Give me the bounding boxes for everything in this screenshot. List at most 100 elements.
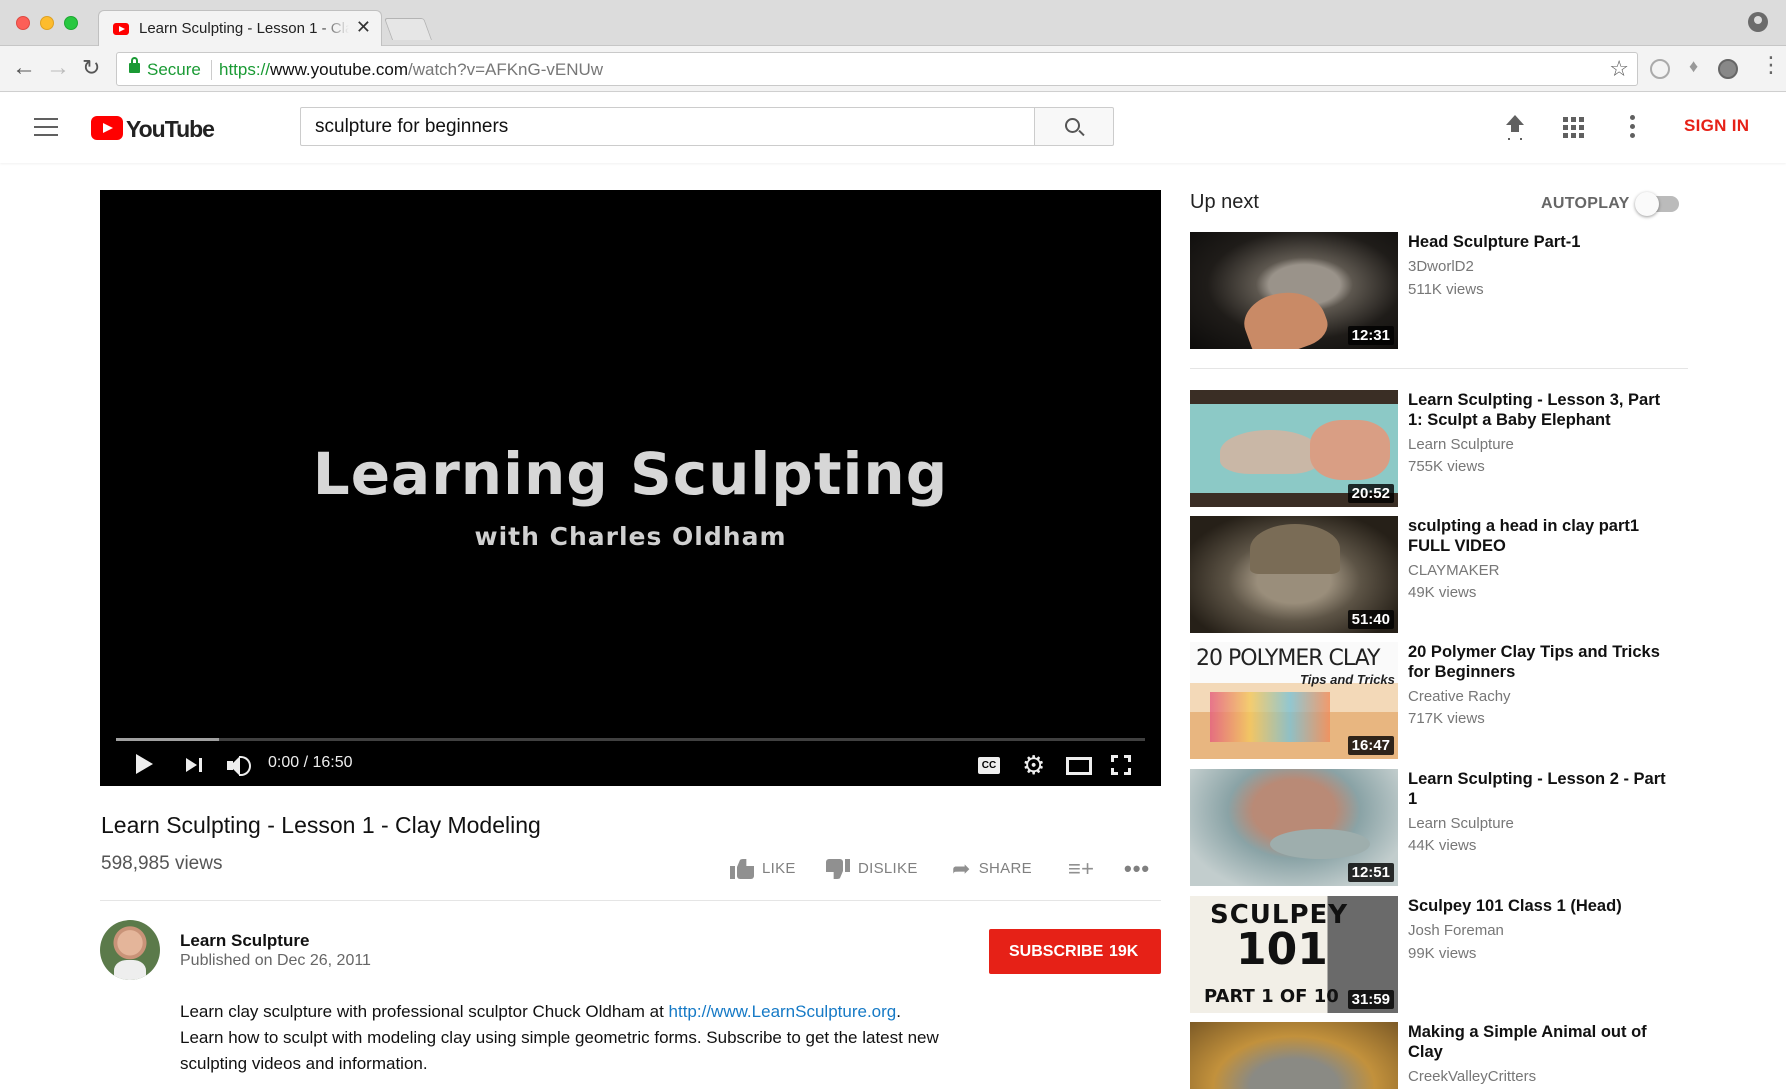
channel-avatar[interactable] <box>100 920 160 980</box>
recommended-views: 717K views <box>1408 710 1485 727</box>
recommended-video-title[interactable]: sculpting a head in clay part1 FULL VIDE… <box>1408 516 1668 556</box>
back-icon[interactable]: ← <box>12 54 36 82</box>
video-thumbnail[interactable]: SCULPEY 101 PART 1 OF 10 31:59 <box>1190 896 1398 1013</box>
bookmark-star-icon[interactable]: ☆ <box>1609 56 1629 82</box>
recommended-channel: Creative Rachy <box>1408 688 1511 705</box>
thumbs-up-icon <box>730 859 754 880</box>
recommended-channel: CLAYMAKER <box>1408 562 1500 579</box>
video-thumbnail[interactable]: 20:52 <box>1190 390 1398 507</box>
like-label: LIKE <box>762 860 796 877</box>
sign-in-button[interactable]: SIGN IN <box>1684 116 1749 136</box>
recommended-views: 99K views <box>1408 945 1477 962</box>
recommended-video-title[interactable]: Learn Sculpting - Lesson 3, Part 1: Scul… <box>1408 390 1668 430</box>
recommended-video[interactable]: 20:52 Learn Sculpting - Lesson 3, Part 1… <box>1190 390 1690 508</box>
thumbnail-text: 20 POLYMER CLAY <box>1196 646 1380 671</box>
video-title: Learn Sculpting - Lesson 1 - Clay Modeli… <box>101 812 541 838</box>
extension-globe-icon[interactable] <box>1718 59 1738 79</box>
theater-mode-icon[interactable] <box>1066 757 1092 775</box>
recommended-views: 49K views <box>1408 584 1477 601</box>
video-thumbnail[interactable]: 20 POLYMER CLAY Tips and Tricks 16:47 <box>1190 642 1398 759</box>
address-bar[interactable]: Secure https://www.youtube.com/watch?v=A… <box>116 52 1638 86</box>
search-input[interactable] <box>315 108 1015 145</box>
description-link[interactable]: http://www.LearnSculpture.org <box>669 1002 897 1021</box>
fullscreen-icon[interactable] <box>1111 755 1131 775</box>
share-arrow-icon: ➦ <box>952 856 971 882</box>
lock-icon[interactable] <box>129 57 140 73</box>
settings-gear-icon[interactable]: ⚙ <box>1022 752 1045 778</box>
video-thumbnail[interactable]: 12:31 <box>1190 232 1398 349</box>
window-close-button[interactable] <box>16 16 30 30</box>
extension-circle-icon[interactable] <box>1650 59 1670 79</box>
video-title-card: Learning Sculpting <box>312 440 949 508</box>
duration-badge: 12:51 <box>1347 863 1394 882</box>
forward-icon[interactable]: → <box>46 54 70 82</box>
search-box[interactable] <box>300 107 1035 146</box>
subscribe-button[interactable]: SUBSCRIBE 19K <box>989 929 1161 974</box>
recommended-video[interactable]: 20 POLYMER CLAY Tips and Tricks 16:47 20… <box>1190 642 1690 760</box>
more-actions-button[interactable]: ••• <box>1124 857 1150 881</box>
channel-name[interactable]: Learn Sculpture <box>180 931 309 951</box>
recommended-video-title[interactable]: 20 Polymer Clay Tips and Tricks for Begi… <box>1408 642 1668 682</box>
recommended-video-title[interactable]: Making a Simple Animal out of Clay <box>1408 1022 1668 1062</box>
recommended-video-title[interactable]: Head Sculpture Part-1 <box>1408 232 1668 252</box>
video-thumbnail[interactable] <box>1190 1022 1398 1089</box>
recommended-video[interactable]: 51:40 sculpting a head in clay part1 FUL… <box>1190 516 1690 634</box>
recommended-channel: Learn Sculpture <box>1408 436 1514 453</box>
subscriber-count: 19K <box>1109 943 1139 960</box>
thumbnail-subtext: Tips and Tricks <box>1300 672 1395 687</box>
recommended-video[interactable]: 12:31 Head Sculpture Part-1 3DworlD2 511… <box>1190 232 1690 350</box>
youtube-header: YouTube SIGN IN <box>0 93 1786 163</box>
apps-grid-icon[interactable] <box>1563 117 1584 138</box>
dislike-button[interactable]: DISLIKE <box>826 857 918 881</box>
add-to-playlist-button[interactable]: ≡+ <box>1068 857 1102 881</box>
profile-icon[interactable] <box>1748 12 1768 32</box>
progress-bar[interactable] <box>116 738 1145 741</box>
autoplay-toggle[interactable] <box>1635 192 1679 216</box>
play-icon[interactable] <box>136 754 153 774</box>
thumbnail-part-label: PART 1 OF 10 <box>1204 986 1339 1007</box>
recommended-video[interactable]: Making a Simple Animal out of Clay Creek… <box>1190 1022 1690 1089</box>
like-button[interactable]: LIKE <box>730 857 796 881</box>
subscribe-label: SUBSCRIBE <box>1009 943 1104 960</box>
more-vertical-icon[interactable] <box>1630 115 1636 139</box>
new-tab-button[interactable] <box>383 18 433 40</box>
window-minimize-button[interactable] <box>40 16 54 30</box>
dislike-label: DISLIKE <box>858 860 918 877</box>
video-subtitle-card: with Charles Oldham <box>474 522 787 551</box>
extension-diamond-icon[interactable] <box>1686 56 1706 79</box>
duration-badge: 31:59 <box>1347 990 1394 1009</box>
upload-icon[interactable] <box>1504 115 1526 139</box>
duration-badge: 20:52 <box>1347 484 1394 503</box>
recommended-views: 755K views <box>1408 458 1485 475</box>
youtube-play-logo-icon <box>91 116 123 140</box>
share-button[interactable]: ➦ SHARE <box>952 857 1032 881</box>
next-video-icon[interactable] <box>186 756 204 774</box>
tab-close-icon[interactable]: ✕ <box>356 17 371 38</box>
recommended-video-title[interactable]: Sculpey 101 Class 1 (Head) <box>1408 896 1668 916</box>
secure-label[interactable]: Secure <box>147 60 201 80</box>
recommended-video-title[interactable]: Learn Sculpting - Lesson 2 - Part 1 <box>1408 769 1668 809</box>
hamburger-menu-icon[interactable] <box>34 118 58 136</box>
browser-menu-icon[interactable]: ⋮ <box>1760 54 1782 76</box>
recommended-channel: Josh Foreman <box>1408 922 1504 939</box>
video-player[interactable]: Learning Sculpting with Charles Oldham 0… <box>100 190 1161 786</box>
recommended-video[interactable]: SCULPEY 101 PART 1 OF 10 31:59 Sculpey 1… <box>1190 896 1690 1014</box>
captions-icon[interactable]: CC <box>978 757 1000 774</box>
more-horizontal-icon: ••• <box>1124 856 1151 881</box>
browser-tab-active[interactable]: Learn Sculpting - Lesson 1 - Clay Modeli… <box>98 10 382 47</box>
reload-icon[interactable]: ↻ <box>82 54 100 82</box>
video-thumbnail[interactable]: 51:40 <box>1190 516 1398 633</box>
url-text[interactable]: https://www.youtube.com/watch?v=AFKnG-vE… <box>219 60 603 80</box>
search-icon <box>1065 118 1080 133</box>
share-label: SHARE <box>978 860 1032 877</box>
window-zoom-button[interactable] <box>64 16 78 30</box>
youtube-logo-text: YouTube <box>126 116 215 142</box>
recommended-video[interactable]: 12:51 Learn Sculpting - Lesson 2 - Part … <box>1190 769 1690 887</box>
duration-badge: 16:47 <box>1347 736 1394 755</box>
recommended-channel: 3DworlD2 <box>1408 258 1474 275</box>
video-thumbnail[interactable]: 12:51 <box>1190 769 1398 886</box>
duration-badge: 12:31 <box>1347 326 1394 345</box>
publish-date: Published on Dec 26, 2011 <box>180 952 371 969</box>
search-button[interactable] <box>1034 107 1114 146</box>
autoplay-knob <box>1635 192 1659 216</box>
